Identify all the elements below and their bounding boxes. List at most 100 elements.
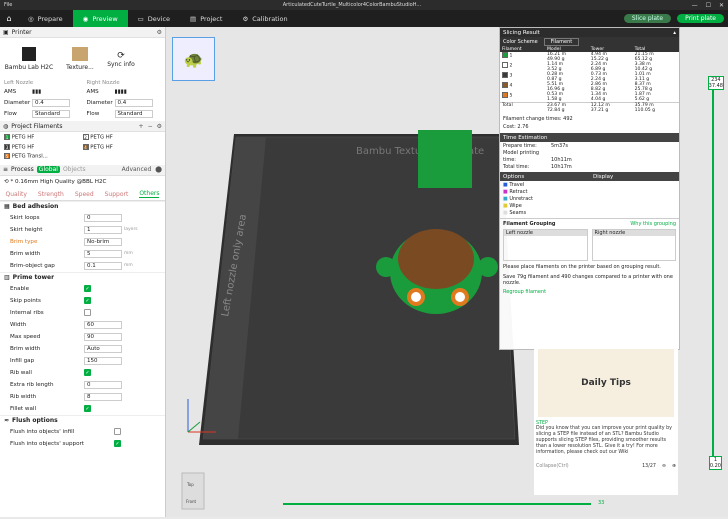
color-scheme-select[interactable]: Filament <box>543 38 580 46</box>
filament-item-3[interactable]: 3 PETG HF <box>4 143 83 150</box>
skirt-loops-input[interactable]: 0 <box>84 213 122 222</box>
prime-tower-header: ▥ Prime tower <box>0 271 165 283</box>
right-diameter[interactable]: 0.4 <box>114 98 153 107</box>
tower-width-input[interactable]: 60 <box>84 320 122 329</box>
option-wipe[interactable]: ■ Wipe <box>503 203 676 210</box>
rib-width-input[interactable]: 8 <box>84 392 122 401</box>
table-row: 2 1.14 m 3.52 g 2.24 m 6.89 g 3.38 m 10.42 g <box>500 62 679 72</box>
add-filament-icon[interactable]: + <box>139 123 144 130</box>
brim-width-input[interactable]: 5 <box>84 249 122 258</box>
move-slider[interactable] <box>283 503 591 505</box>
flush-support-checkbox[interactable]: ✓ <box>114 440 121 447</box>
tab-prepare[interactable]: ◎ Prepare <box>18 10 73 27</box>
left-ams-slots[interactable]: ▮▮▮ <box>32 89 41 95</box>
internal-ribs-checkbox[interactable] <box>84 309 91 316</box>
infill-gap-input[interactable]: 150 <box>84 356 122 365</box>
printer-select[interactable]: Bambu Lab H2C <box>4 47 54 71</box>
tip-page: 13/27 <box>642 464 656 469</box>
total-time: 10h17m <box>551 164 572 170</box>
enable-checkbox[interactable]: ✓ <box>84 285 91 292</box>
right-flow[interactable]: Standard <box>114 109 153 118</box>
option-travel[interactable]: ■ Travel <box>503 182 676 189</box>
table-row: 1 16.21 m 49.90 g 4.94 m 15.22 g 21.15 m 65.12… <box>500 52 679 62</box>
next-tip-icon[interactable]: ⊕ <box>672 464 676 469</box>
time-estimation-header: Time Estimation <box>500 133 679 142</box>
fillet-wall-checkbox[interactable]: ✓ <box>84 405 91 412</box>
file-menu[interactable]: File <box>4 2 12 8</box>
flush-infill-checkbox[interactable] <box>114 428 121 435</box>
max-speed-input[interactable]: 90 <box>84 332 122 341</box>
home-icon[interactable]: ⌂ <box>0 10 18 27</box>
settings-icon[interactable]: ⚙ <box>157 29 162 36</box>
brim-type-select[interactable]: No-brim <box>84 237 122 246</box>
brim-type-row: Brim type No-brim <box>0 236 165 248</box>
tab-prepare-icon: ◎ <box>28 14 34 23</box>
plate-thumbnail[interactable]: 🐢 <box>172 37 215 81</box>
printer-icon: ▣ <box>3 28 9 36</box>
why-grouping-link[interactable]: Why this grouping <box>630 221 676 227</box>
collapse-tips[interactable]: Collapse(Ctrl) <box>536 464 569 469</box>
collapse-icon[interactable]: ▴ <box>673 30 676 36</box>
option-unretract[interactable]: ■ Unretract <box>503 196 676 203</box>
left-flow[interactable]: Standard <box>32 109 70 118</box>
tab-support[interactable]: Support <box>105 191 129 198</box>
tab-device[interactable]: ▭ Device <box>128 10 180 27</box>
flush-icon: ≈ <box>4 417 10 424</box>
window-title: ArticulatedCuteTurtle_Multicolor4ColorBa… <box>282 2 422 8</box>
objects-toggle[interactable]: Objects <box>63 166 86 173</box>
option-retract[interactable]: ■ Retract <box>503 189 676 196</box>
close-icon[interactable]: ✕ <box>719 2 724 9</box>
nozzle-info: Left Nozzle AMS ▮▮▮ Diameter 0.4 Flow Stand… <box>0 80 165 119</box>
process-preset[interactable]: ⟲ * 0.16mm High Quality @BBL H2C <box>0 176 165 189</box>
tab-project[interactable]: ▤ Project <box>180 10 232 27</box>
model-time: 10h11m <box>551 157 572 163</box>
slicing-result-panel: Slicing Result ▴ Color Scheme Filament Fil… <box>499 27 680 350</box>
grouping-note: Please place filaments on the printer ba… <box>503 264 661 270</box>
right-ams-slots[interactable]: ▮▮▮▮ <box>115 89 127 95</box>
filaments-section-header: ◍ Project Filaments + − ⚙ <box>0 121 165 132</box>
sync-info-button[interactable]: ⟳ Sync info <box>106 51 136 68</box>
tab-preview[interactable]: ◉ Preview <box>72 10 128 27</box>
advanced-switch[interactable]: ⬤ <box>155 166 162 173</box>
tab-preview-icon: ◉ <box>82 14 89 23</box>
print-plate-button[interactable]: Print plate <box>677 14 724 23</box>
rib-wall-checkbox[interactable]: ✓ <box>84 369 91 376</box>
prev-tip-icon[interactable]: ⊖ <box>662 464 666 469</box>
left-sidebar: ▣ Printer ⚙ Bambu Lab H2C Texture... ⟳ Sync… <box>0 27 166 517</box>
skirt-height-input[interactable]: 1 <box>84 225 122 234</box>
filament-item-5[interactable]: 5 PETG Transl... <box>4 153 83 160</box>
left-diameter[interactable]: 0.4 <box>32 98 70 107</box>
skip-points-checkbox[interactable]: ✓ <box>84 297 91 304</box>
slice-plate-button[interactable]: Slice plate <box>623 14 672 23</box>
table-row: 4 5.51 m 16.96 g 2.86 m 8.82 g 8.37 m 25.78 g <box>500 82 679 92</box>
brim-gap-input[interactable]: 0.1 <box>84 261 122 270</box>
filament-item-1[interactable]: 1 PETG HF <box>4 134 83 141</box>
table-row: 3 0.28 m 0.87 g 0.73 m 2.24 g 1.01 m 3.11 g <box>500 72 679 82</box>
main-toolbar: ⌂ ◎ Prepare ◉ Preview ▭ Device ▤ Project ⚙ Ca… <box>0 10 728 27</box>
tower-brim-width-input[interactable]: Auto <box>84 344 122 353</box>
grouping-savings: Save 79g filament and 490 changes compar… <box>503 274 673 286</box>
tab-strength[interactable]: Strength <box>38 191 64 198</box>
prepare-time: 5m37s <box>551 143 569 149</box>
svg-text:Top: Top <box>186 482 194 487</box>
tab-device-icon: ▭ <box>137 14 144 23</box>
minimize-icon[interactable]: — <box>692 2 698 9</box>
maximize-icon[interactable]: ☐ <box>706 2 711 9</box>
tab-calibration[interactable]: ⚙ Calibration <box>232 10 297 27</box>
tab-speed[interactable]: Speed <box>75 191 94 198</box>
filament-list: 1 PETG HF 2 PETG HF 3 PETG HF 4 PETG HF … <box>0 132 165 162</box>
tab-others[interactable]: Others <box>139 190 160 198</box>
plate-select[interactable]: Texture... <box>62 47 98 71</box>
layer-slider[interactable] <box>712 80 714 460</box>
extra-rib-input[interactable]: 0 <box>84 380 122 389</box>
regroup-link[interactable]: Regroup filament <box>503 289 676 295</box>
filament-icon: ◍ <box>3 122 9 130</box>
filament-item-4[interactable]: 4 PETG HF <box>82 143 162 150</box>
filament-item-2[interactable]: 2 PETG HF <box>82 134 162 141</box>
remove-filament-icon[interactable]: − <box>148 123 153 130</box>
tab-project-icon: ▤ <box>190 14 197 23</box>
filament-settings-icon[interactable]: ⚙ <box>157 123 162 130</box>
global-toggle[interactable]: Global <box>36 166 60 173</box>
option-seams[interactable]: ■ Seams <box>503 210 676 217</box>
tab-quality[interactable]: Quality <box>5 191 26 198</box>
